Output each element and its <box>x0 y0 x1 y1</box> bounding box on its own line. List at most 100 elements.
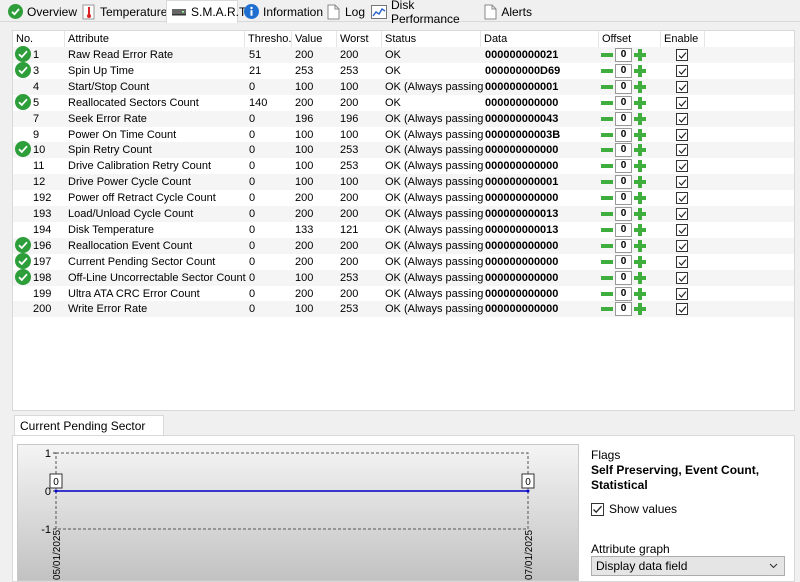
table-row[interactable]: 10 Spin Retry Count 0 100 253 OK (Always pass… <box>13 141 794 159</box>
offset-value[interactable]: 0 <box>615 286 632 301</box>
tab-information[interactable]: Information <box>240 1 323 22</box>
column-header-threshold[interactable]: Thresho... <box>245 31 292 47</box>
tab-alerts[interactable]: Alerts <box>480 1 532 22</box>
minus-icon[interactable] <box>600 239 614 253</box>
minus-icon[interactable] <box>600 271 614 285</box>
table-row[interactable]: 9 Power On Time Count 0 100 100 OK (Always pa… <box>13 127 794 143</box>
column-header-enable[interactable]: Enable <box>661 31 705 47</box>
plus-icon[interactable] <box>633 48 647 62</box>
offset-value[interactable]: 0 <box>615 270 632 285</box>
enable-checkbox[interactable] <box>676 303 688 316</box>
enable-checkbox[interactable] <box>676 49 688 61</box>
enable-checkbox[interactable] <box>676 255 688 268</box>
plus-icon[interactable] <box>633 112 647 126</box>
plus-icon[interactable] <box>633 64 647 78</box>
minus-icon[interactable] <box>600 48 614 62</box>
column-header-data[interactable]: Data <box>481 31 599 47</box>
show-values-checkbox-box[interactable] <box>591 502 604 516</box>
column-header-no[interactable]: No. <box>13 31 65 47</box>
minus-icon[interactable] <box>600 112 614 126</box>
table-row[interactable]: 3 Spin Up Time 21 253 253 OK 000000000D69 0 <box>13 61 794 79</box>
enable-checkbox[interactable] <box>676 64 688 77</box>
enable-checkbox[interactable] <box>676 271 688 284</box>
column-header-offset[interactable]: Offset <box>599 31 661 47</box>
tab-overview[interactable]: Overview <box>4 1 77 22</box>
minus-icon[interactable] <box>600 223 614 237</box>
offset-value[interactable]: 0 <box>615 191 632 206</box>
plus-icon[interactable] <box>633 143 647 157</box>
offset-value[interactable]: 0 <box>615 79 632 94</box>
enable-checkbox[interactable] <box>676 128 688 141</box>
offset-value[interactable]: 0 <box>615 222 632 237</box>
enable-checkbox[interactable] <box>676 223 688 236</box>
table-row[interactable]: 192 Power off Retract Cycle Count 0 200 200 O… <box>13 190 794 206</box>
table-row[interactable]: 199 Ultra ATA CRC Error Count 0 200 200 OK (A… <box>13 286 794 302</box>
tab-log[interactable]: Log <box>323 1 365 22</box>
table-row[interactable]: 11 Drive Calibration Retry Count 0 100 253 OK… <box>13 158 794 174</box>
minus-icon[interactable] <box>600 287 614 301</box>
offset-value[interactable]: 0 <box>615 207 632 221</box>
plus-icon[interactable] <box>633 239 647 253</box>
enable-checkbox[interactable] <box>676 287 688 300</box>
column-header-attribute[interactable]: Attribute <box>65 31 245 47</box>
offset-value[interactable]: 0 <box>615 254 632 269</box>
minus-icon[interactable] <box>600 207 614 221</box>
offset-value[interactable]: 0 <box>615 63 632 78</box>
show-values-checkbox[interactable]: Show values <box>591 502 677 516</box>
table-row[interactable]: 200 Write Error Rate 0 100 253 OK (Always pas… <box>13 301 794 318</box>
plus-icon[interactable] <box>633 207 647 221</box>
plus-icon[interactable] <box>633 96 647 110</box>
minus-icon[interactable] <box>600 96 614 110</box>
plus-icon[interactable] <box>633 255 647 269</box>
plus-icon[interactable] <box>633 302 647 316</box>
table-row[interactable]: 7 Seek Error Rate 0 196 196 OK (Always passin… <box>13 110 794 127</box>
offset-value[interactable]: 0 <box>615 302 632 317</box>
minus-icon[interactable] <box>600 128 614 142</box>
offset-value[interactable]: 0 <box>615 238 632 253</box>
minus-icon[interactable] <box>600 159 614 173</box>
table-row[interactable]: 12 Drive Power Cycle Count 0 100 100 OK (Alwa… <box>13 174 794 191</box>
enable-checkbox[interactable] <box>676 112 688 125</box>
offset-value[interactable]: 0 <box>615 159 632 174</box>
enable-checkbox[interactable] <box>676 144 688 157</box>
enable-checkbox[interactable] <box>676 239 688 252</box>
table-row[interactable]: 193 Load/Unload Cycle Count 0 200 200 OK (Alw… <box>13 206 794 222</box>
table-row[interactable]: 5 Reallocated Sectors Count 140 200 200 OK 000… <box>13 93 794 111</box>
plus-icon[interactable] <box>633 128 647 142</box>
offset-value[interactable]: 0 <box>615 143 632 158</box>
minus-icon[interactable] <box>600 302 614 316</box>
table-row[interactable]: 194 Disk Temperature 0 133 121 OK (Always pas… <box>13 222 794 238</box>
minus-icon[interactable] <box>600 143 614 157</box>
table-row[interactable]: 196 Reallocation Event Count 0 200 200 OK (Al… <box>13 236 794 254</box>
offset-value[interactable]: 0 <box>615 111 632 126</box>
column-header-value[interactable]: Value <box>292 31 337 47</box>
plus-icon[interactable] <box>633 287 647 301</box>
enable-checkbox[interactable] <box>676 80 688 93</box>
table-row[interactable]: 4 Start/Stop Count 0 100 100 OK (Always passi… <box>13 78 794 95</box>
offset-value[interactable]: 0 <box>615 127 632 142</box>
plus-icon[interactable] <box>633 223 647 237</box>
tab-smart[interactable]: S.M.A.R.T. <box>166 0 248 23</box>
offset-value[interactable]: 0 <box>615 175 632 190</box>
enable-checkbox[interactable] <box>676 160 688 173</box>
minus-icon[interactable] <box>600 175 614 189</box>
plus-icon[interactable] <box>633 80 647 94</box>
enable-checkbox[interactable] <box>676 208 688 220</box>
minus-icon[interactable] <box>600 80 614 94</box>
table-row[interactable]: 198 Off-Line Uncorrectable Sector Count 0 1… <box>13 268 794 286</box>
tab-temperature[interactable]: Temperature <box>78 1 167 22</box>
plus-icon[interactable] <box>633 175 647 189</box>
offset-value[interactable]: 0 <box>615 95 632 110</box>
offset-value[interactable]: 0 <box>615 48 632 62</box>
plus-icon[interactable] <box>633 271 647 285</box>
minus-icon[interactable] <box>600 64 614 78</box>
table-row[interactable]: 197 Current Pending Sector Count 0 200 200 OK… <box>13 252 794 270</box>
tab-disk-performance[interactable]: Disk Performance <box>367 0 479 26</box>
minus-icon[interactable] <box>600 255 614 269</box>
plus-icon[interactable] <box>633 159 647 173</box>
column-header-status[interactable]: Status <box>382 31 481 47</box>
minus-icon[interactable] <box>600 191 614 205</box>
enable-checkbox[interactable] <box>676 192 688 205</box>
column-header-worst[interactable]: Worst <box>337 31 382 47</box>
tab-current-pending-sector-count[interactable]: Current Pending Sector Count <box>14 415 164 453</box>
